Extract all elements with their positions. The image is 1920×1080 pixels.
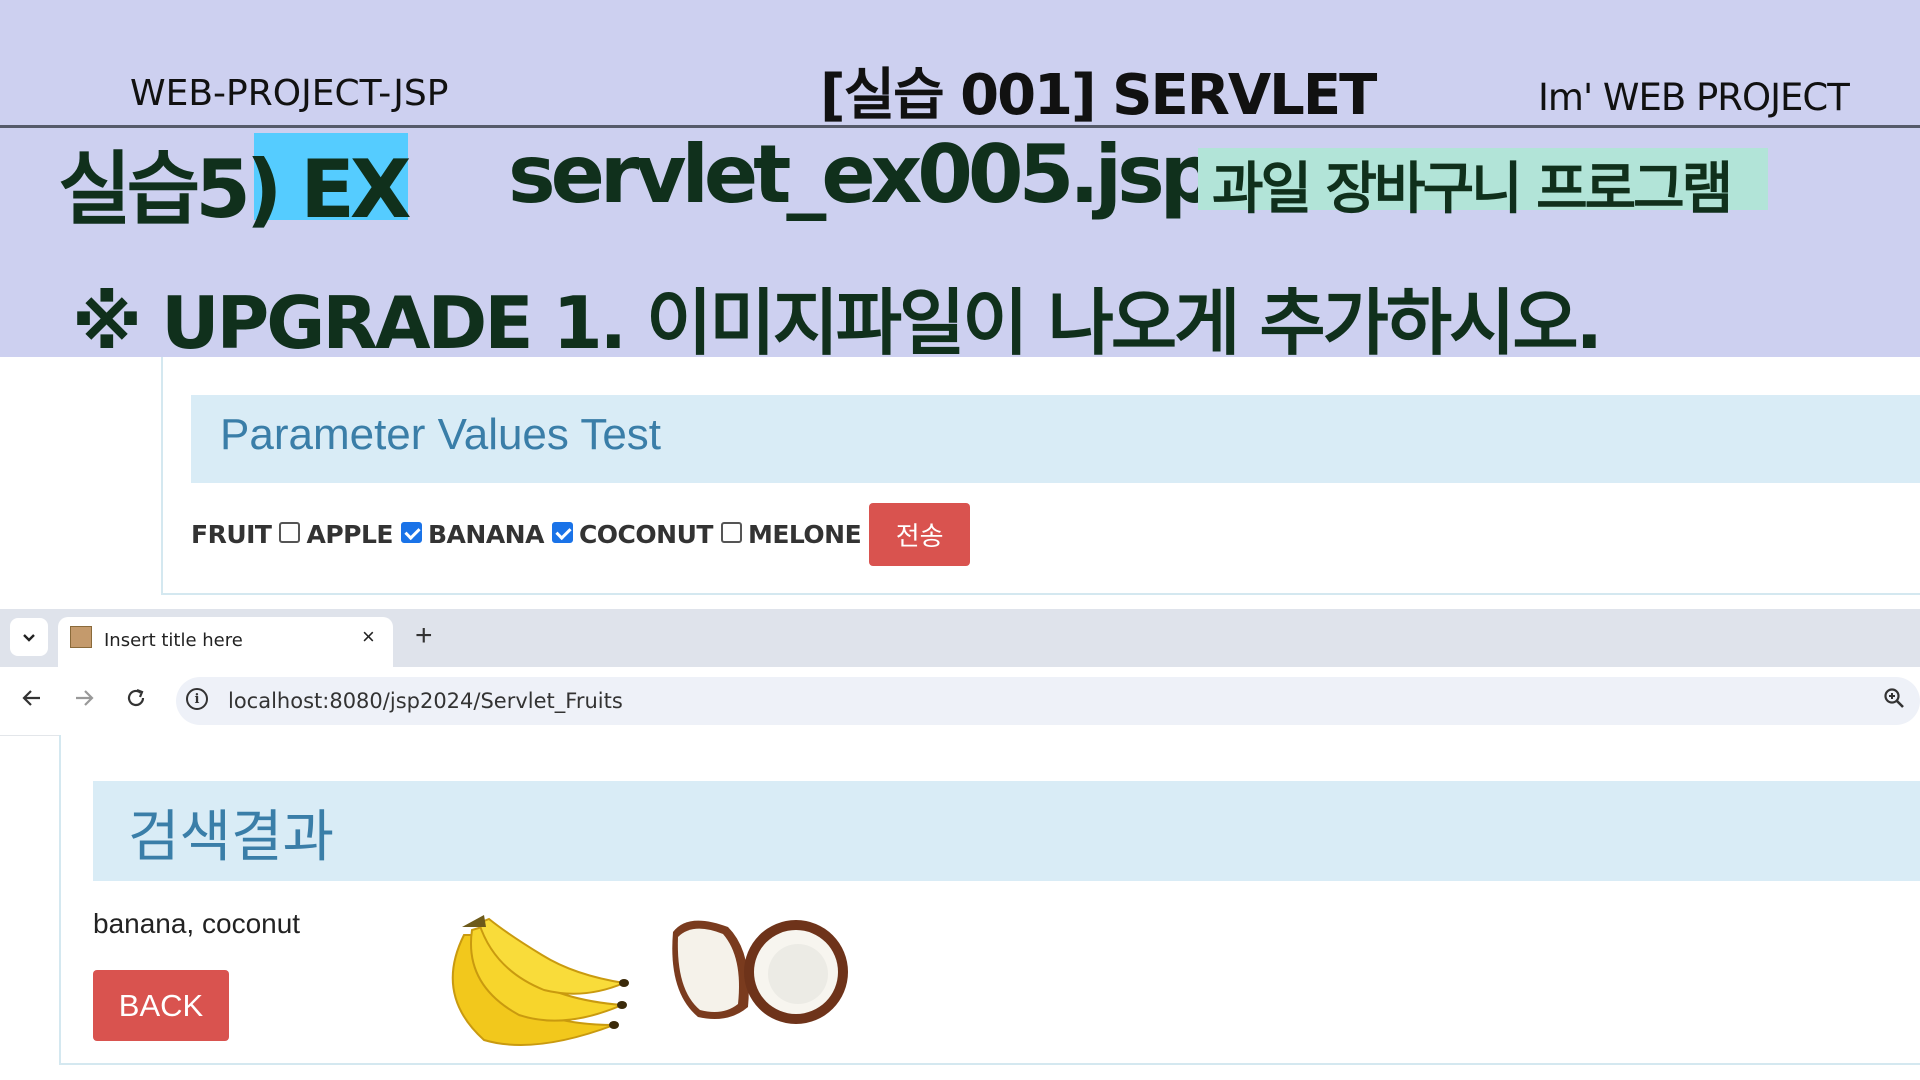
coconut-checkbox[interactable]	[551, 521, 573, 543]
reload-icon[interactable]	[124, 686, 148, 717]
coconut-image	[672, 920, 848, 1024]
site-info-icon[interactable]: i	[186, 688, 208, 710]
result-heading: 검색결과	[128, 805, 335, 870]
upgrade-note: ※ UPGRADE 1. 이미지파일이 나오게 추가하시오.	[72, 281, 1603, 365]
close-icon[interactable]: ×	[362, 624, 375, 650]
header-center-title: [실습 001] SERVLET	[820, 63, 1377, 128]
chevron-down-icon	[23, 634, 35, 642]
form-heading: Parameter Values Test	[220, 410, 662, 459]
header-left-title: WEB-PROJECT-JSP	[130, 73, 449, 114]
new-tab-icon[interactable]: +	[415, 619, 433, 653]
result-heading-bar	[93, 781, 1920, 881]
tab-list-button[interactable]	[10, 618, 48, 656]
apple-label: APPLE	[306, 519, 393, 549]
url-text[interactable]: localhost:8080/jsp2024/Servlet_Fruits	[228, 689, 623, 713]
melone-checkbox[interactable]	[720, 521, 742, 543]
banana-label: BANANA	[428, 519, 544, 549]
coconut-label: COCONUT	[578, 519, 713, 549]
melone-label: MELONE	[747, 519, 862, 549]
banana-image	[451, 915, 629, 1046]
favicon-icon	[70, 626, 92, 648]
submit-button[interactable]: 전송	[869, 502, 971, 566]
tab-title: Insert title here	[104, 630, 243, 651]
banana-checkbox[interactable]	[401, 521, 422, 543]
back-arrow-icon[interactable]	[20, 686, 44, 717]
fruit-form-row: FRUIT APPLE BANANA COCONUT MELONE 전송	[191, 502, 971, 566]
result-text: banana, coconut	[93, 908, 301, 939]
exercise-label: 실습5) EX	[58, 143, 412, 236]
back-button[interactable]: BACK	[93, 970, 229, 1041]
header-right-title: Im' WEB PROJECT	[1538, 76, 1850, 119]
apple-checkbox[interactable]	[279, 521, 301, 543]
forward-arrow-icon[interactable]	[72, 686, 96, 717]
exercise-description: 과일 장바구니 프로그램	[1212, 157, 1733, 222]
zoom-icon[interactable]	[1882, 686, 1906, 717]
exercise-filename: servlet_ex005.jsp	[508, 128, 1217, 221]
fruit-label: FRUIT	[191, 519, 272, 549]
